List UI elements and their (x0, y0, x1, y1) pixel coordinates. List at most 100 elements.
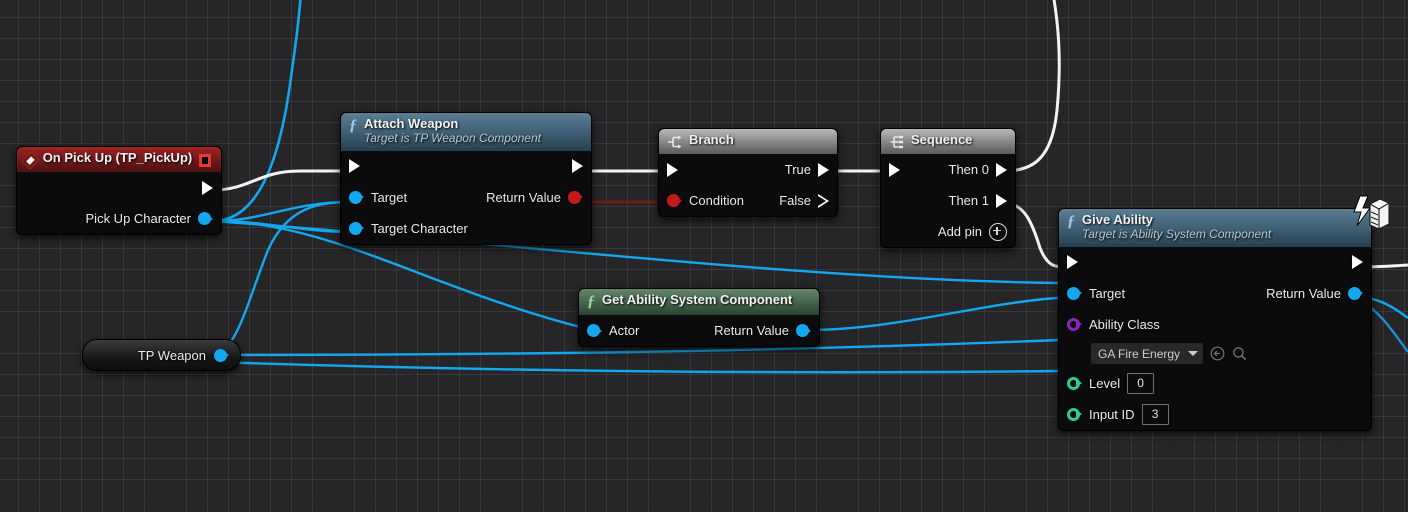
on-pick-up-event-node-header[interactable]: On Pick Up (TP_PickUp) (17, 147, 221, 172)
attach-weapon-node-body: Target Return Value Target Character (341, 151, 591, 244)
attach-weapon-node-header[interactable]: ƒAttach WeaponTarget is TP Weapon Compon… (341, 113, 591, 151)
add-pin-button[interactable] (989, 223, 1007, 241)
pin-label: Return Value (714, 323, 789, 338)
function-f-icon: ƒ (587, 293, 595, 310)
wire-tpweapon-to-attach-target (212, 202, 352, 355)
object-pin[interactable] (1348, 287, 1363, 300)
exec-pin[interactable] (572, 159, 583, 173)
exec-row (341, 151, 591, 182)
node-title: On Pick Up (TP_PickUp) (43, 151, 193, 166)
pin-label: Target (371, 190, 407, 205)
object-pin[interactable] (349, 191, 364, 204)
node-title: Sequence (911, 133, 972, 148)
integer-pin[interactable] (1067, 377, 1082, 390)
replicated-server-icon (1348, 192, 1392, 239)
boolean-pin[interactable] (568, 191, 583, 204)
class-pin[interactable] (1067, 318, 1082, 331)
event-diamond-icon (22, 152, 39, 169)
wire-tpweapon-to-giveability-lower (212, 362, 1060, 372)
attach-weapon-node[interactable]: ƒAttach WeaponTarget is TP Weapon Compon… (340, 112, 592, 245)
pin-label: Ability Class (1089, 317, 1160, 332)
on-pick-up-event-node[interactable]: On Pick Up (TP_PickUp) Pick Up Character (16, 146, 222, 235)
give-ability-node-header[interactable]: ƒ Give AbilityTarget is Ability System Co… (1059, 209, 1371, 247)
wire-pickup-to-attach-targetchar (213, 221, 352, 232)
exec-pin[interactable] (996, 163, 1007, 177)
chevron-down-icon[interactable] (1188, 351, 1198, 356)
get-ability-system-component-node-header[interactable]: ƒ Get Ability System Component (579, 289, 819, 315)
exec-pin[interactable] (889, 163, 900, 177)
object-pin[interactable] (214, 349, 229, 362)
ability-class-dropdown[interactable]: GA Fire Energy (1091, 343, 1203, 364)
pin-label: Condition (689, 193, 744, 208)
exec-pin[interactable] (202, 181, 213, 195)
magnifier-icon[interactable] (1232, 346, 1247, 361)
exec-pin[interactable] (349, 159, 360, 173)
input-id-row: Input ID 3 (1059, 399, 1371, 430)
delegate-pin[interactable] (199, 154, 211, 167)
pin-value-field[interactable]: 3 (1142, 404, 1169, 425)
boolean-pin[interactable] (667, 194, 682, 207)
exec-pin[interactable] (818, 163, 829, 177)
branch-node[interactable]: BranchTrueConditionFalse (658, 128, 838, 217)
pin-label: Return Value (1266, 286, 1341, 301)
branch-node-header[interactable]: Branch (659, 129, 837, 154)
node-title: Get Ability System Component (602, 293, 792, 308)
sequence-node-header[interactable]: Sequence (881, 129, 1015, 154)
branch-icon (667, 135, 682, 149)
actor-return-row: ActorReturn Value (579, 315, 819, 346)
pin-label: Then 0 (949, 162, 989, 177)
object-pin[interactable] (587, 324, 602, 337)
then1-row: Then 1 (881, 185, 1015, 216)
function-f-icon: ƒ (1067, 213, 1075, 230)
pin-label: Target Character (371, 221, 468, 236)
exec-row (1059, 247, 1371, 278)
ability-class-value: GA Fire Energy (1098, 347, 1180, 361)
exec-out-row (17, 172, 221, 203)
exec-pin[interactable] (667, 163, 678, 177)
variable-label: TP Weapon (138, 348, 206, 363)
wire-pickup-to-attach-target (213, 202, 352, 221)
ability-class-row: Ability Class (1059, 309, 1371, 340)
pin-label: Target (1089, 286, 1125, 301)
back-arrow-icon[interactable] (1210, 346, 1225, 361)
pin-label: Pick Up Character (86, 211, 191, 226)
exec-then0-row: Then 0 (881, 154, 1015, 185)
branch-node-body: TrueConditionFalse (659, 154, 837, 216)
object-pin[interactable] (796, 324, 811, 337)
pin-label: Return Value (486, 190, 561, 205)
target-return-row: Target Return Value (1059, 278, 1371, 309)
sequence-node-body: Then 0 Then 1Add pin (881, 154, 1015, 247)
wire-getasc-to-giveability-target (806, 297, 1070, 330)
node-title: Attach Weapon (364, 117, 541, 132)
on-pick-up-event-node-body: Pick Up Character (17, 172, 221, 234)
pin-value-field[interactable]: 0 (1127, 373, 1154, 394)
pick-up-character-row: Pick Up Character (17, 203, 221, 234)
exec-pin[interactable] (1067, 255, 1078, 269)
exec-true-row: True (659, 154, 837, 185)
pin-label: Level (1089, 376, 1120, 391)
give-ability-node-body: Target Return Value Ability Class GA Fire E… (1059, 247, 1371, 430)
integer-pin[interactable] (1067, 408, 1082, 421)
blueprint-graph-canvas[interactable]: On Pick Up (TP_PickUp) Pick Up Character ƒ… (0, 0, 1408, 512)
object-pin[interactable] (349, 222, 364, 235)
wire-exec-event-to-attach (213, 171, 350, 190)
node-title: Give Ability (1082, 213, 1271, 228)
exec-pin[interactable] (996, 194, 1007, 208)
pin-label: Input ID (1089, 407, 1135, 422)
node-subtitle: Target is TP Weapon Component (364, 132, 541, 146)
node-title: Branch (689, 133, 734, 148)
object-pin[interactable] (1067, 287, 1082, 300)
object-pin[interactable] (198, 212, 213, 225)
exec-pin[interactable] (1352, 255, 1363, 269)
sequence-node[interactable]: Sequence Then 0 Then 1Add pin (880, 128, 1016, 248)
add-pin-row: Add pin (881, 216, 1015, 247)
node-subtitle: Target is Ability System Component (1082, 228, 1271, 242)
pin-label: True (785, 162, 811, 177)
tp-weapon-variable-node[interactable]: TP Weapon (82, 339, 241, 371)
get-ability-system-component-node[interactable]: ƒ Get Ability System Component ActorReturn… (578, 288, 820, 347)
sequence-icon (889, 135, 904, 149)
ability-class-dropdown-row: GA Fire Energy (1059, 340, 1371, 368)
level-row: Level 0 (1059, 368, 1371, 399)
exec-pin-unconnected[interactable] (818, 194, 829, 208)
give-ability-node[interactable]: ƒ Give AbilityTarget is Ability System Co… (1058, 208, 1372, 431)
